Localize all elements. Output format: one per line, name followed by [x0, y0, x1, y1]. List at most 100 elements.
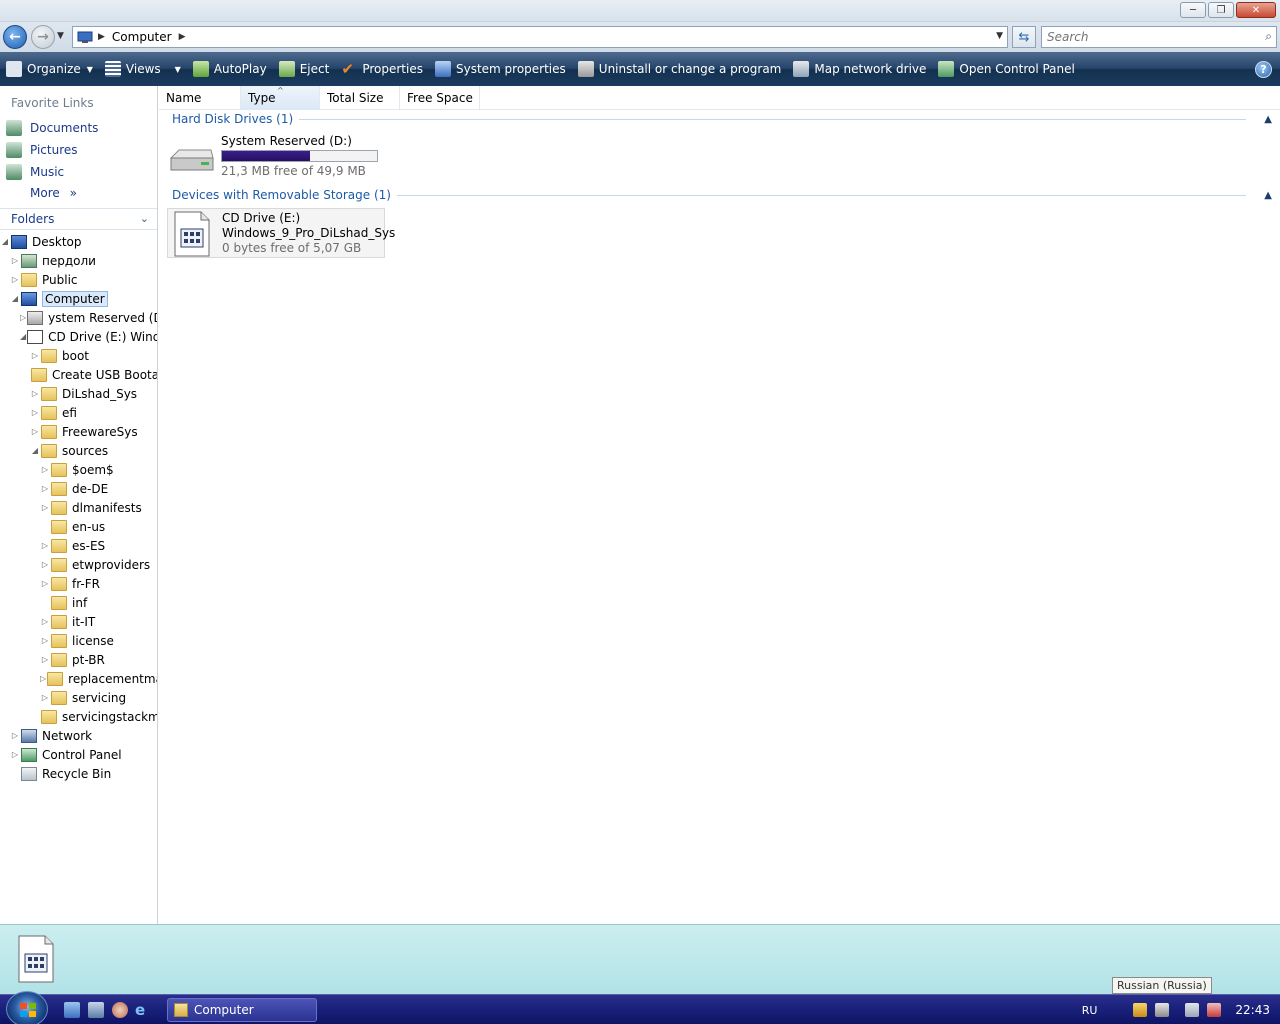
group-hard-disk-drives[interactable]: Hard Disk Drives (1) ▲ [172, 112, 1272, 126]
expand-triangle-icon[interactable]: ▷ [40, 655, 50, 664]
tree-item[interactable]: ▷ de-DE [40, 479, 157, 498]
expand-triangle-icon[interactable]: ▷ [20, 313, 26, 322]
folders-header[interactable]: Folders ⌄ [0, 208, 157, 230]
uninstall-program-button[interactable]: Uninstall or change a program [572, 52, 788, 86]
favorite-link-music[interactable]: Music [6, 164, 64, 180]
tree-item[interactable]: Recycle Bin [10, 764, 157, 783]
expand-triangle-icon[interactable]: ▷ [40, 693, 50, 702]
tree-item[interactable]: ▷ Public [10, 270, 157, 289]
tree-item[interactable]: ▷ efi [30, 403, 157, 422]
tree-item[interactable]: ◢ Computer [10, 289, 157, 308]
back-button[interactable]: ← [3, 25, 27, 49]
expand-triangle-icon[interactable]: ▷ [40, 484, 50, 493]
tree-item[interactable]: ▷ Network [10, 726, 157, 745]
expand-triangle-icon[interactable]: ▷ [40, 579, 50, 588]
map-network-drive-button[interactable]: Map network drive [787, 52, 932, 86]
autoplay-button[interactable]: AutoPlay [187, 52, 273, 86]
usb-device-icon[interactable] [1155, 1003, 1170, 1017]
minimize-button[interactable]: ─ [1180, 2, 1206, 18]
expand-triangle-icon[interactable]: ▷ [30, 408, 40, 417]
expand-triangle-icon[interactable]: ▷ [40, 560, 50, 569]
start-button[interactable] [6, 991, 48, 1024]
tree-item[interactable]: ▷ Control Panel [10, 745, 157, 764]
recent-pages-dropdown[interactable]: ▼ [57, 31, 64, 41]
column-free-space[interactable]: Free Space [400, 86, 480, 110]
collapse-triangle-icon[interactable]: ◢ [30, 446, 40, 455]
favorite-link-documents[interactable]: Documents [6, 120, 98, 136]
tree-item[interactable]: ▷ fr-FR [40, 574, 157, 593]
properties-button[interactable]: ✔ Properties [335, 52, 429, 86]
internet-explorer-icon[interactable]: e [135, 1002, 151, 1018]
expand-triangle-icon[interactable]: ▷ [40, 674, 46, 683]
address-dropdown-icon[interactable]: ▼ [996, 31, 1003, 41]
refresh-button[interactable]: ⇆ [1012, 26, 1036, 48]
collapse-triangle-icon[interactable]: ◢ [10, 294, 20, 303]
expand-triangle-icon[interactable]: ▷ [40, 541, 50, 550]
tree-item[interactable]: ▷ ystem Reserved (D: [20, 308, 157, 327]
maximize-button[interactable]: ❐ [1208, 2, 1234, 18]
volume-muted-icon[interactable] [1207, 1003, 1222, 1017]
tree-item[interactable]: inf [40, 593, 157, 612]
media-player-icon[interactable] [112, 1002, 128, 1018]
breadcrumb-computer[interactable]: Computer [112, 30, 172, 44]
expand-triangle-icon[interactable]: ▷ [40, 503, 50, 512]
tree-item[interactable]: ▷ servicing [40, 688, 157, 707]
expand-triangle-icon[interactable]: ▷ [10, 256, 20, 265]
column-type[interactable]: Type ^ [241, 86, 320, 110]
tree-item[interactable]: ▷ replacementma [40, 669, 157, 688]
tree-item[interactable]: ▷ FreewareSys [30, 422, 157, 441]
expand-triangle-icon[interactable]: ▷ [10, 750, 20, 759]
security-shield-icon[interactable] [1133, 1003, 1148, 1017]
tree-item[interactable]: ▷ es-ES [40, 536, 157, 555]
expand-triangle-icon[interactable]: ▷ [40, 636, 50, 645]
expand-triangle-icon[interactable]: ▷ [30, 389, 40, 398]
system-properties-button[interactable]: System properties [429, 52, 572, 86]
search-icon[interactable]: ⌕ [1265, 29, 1272, 44]
expand-triangle-icon[interactable]: ▷ [40, 465, 50, 474]
breadcrumb-chevron-icon[interactable]: ▶ [179, 32, 186, 42]
tree-item[interactable]: ▷ $oem$ [40, 460, 157, 479]
tree-item[interactable]: ▷ DiLshad_Sys [30, 384, 157, 403]
tree-item[interactable]: ▷ пердоли [10, 251, 157, 270]
search-input[interactable] [1042, 27, 1242, 47]
collapse-triangle-icon[interactable]: ◢ [20, 332, 26, 341]
clock[interactable]: 22:43 [1235, 1003, 1270, 1017]
tree-item[interactable]: ▷ boot [30, 346, 157, 365]
column-total-size[interactable]: Total Size [320, 86, 400, 110]
tree-item[interactable]: ▷ dlmanifests [40, 498, 157, 517]
tree-item[interactable]: ▷ pt-BR [40, 650, 157, 669]
breadcrumb-separator[interactable]: ▶ [98, 32, 105, 42]
expand-triangle-icon[interactable]: ▷ [40, 617, 50, 626]
organize-button[interactable]: Organize ▼ [0, 52, 99, 86]
column-name[interactable]: Name [159, 86, 241, 110]
collapse-triangle-icon[interactable]: ◢ [0, 237, 10, 246]
more-links-button[interactable]: More » [30, 186, 77, 200]
show-desktop-icon[interactable] [64, 1002, 80, 1018]
language-indicator[interactable]: RU [1082, 1004, 1098, 1017]
collapse-icon[interactable]: ▲ [1264, 114, 1272, 125]
views-button[interactable]: Views ▼ [99, 52, 187, 86]
eject-button[interactable]: Eject [273, 52, 336, 86]
forward-button[interactable]: → [31, 25, 55, 49]
group-removable-storage[interactable]: Devices with Removable Storage (1) ▲ [172, 188, 1272, 202]
tree-item[interactable]: servicingstackm [40, 707, 157, 726]
tree-item[interactable]: ▷ it-IT [40, 612, 157, 631]
tree-item[interactable]: en-us [40, 517, 157, 536]
drive-cd-e[interactable]: CD Drive (E:) Windows_9_Pro_DiLshad_Sys … [167, 208, 395, 258]
network-status-icon[interactable] [1185, 1003, 1200, 1017]
address-bar[interactable]: ▶ Computer ▶ ▼ [72, 26, 1008, 48]
tree-item[interactable]: ◢ sources [30, 441, 157, 460]
favorite-link-pictures[interactable]: Pictures [6, 142, 78, 158]
tree-item[interactable]: ▷ etwproviders [40, 555, 157, 574]
tree-item[interactable]: Create USB Bootal [30, 365, 157, 384]
expand-triangle-icon[interactable]: ▷ [10, 275, 20, 284]
switch-windows-icon[interactable] [88, 1002, 104, 1018]
open-control-panel-button[interactable]: Open Control Panel [932, 52, 1080, 86]
help-button[interactable]: ? [1255, 61, 1272, 78]
tree-item[interactable]: ◢ CD Drive (E:) Windo [20, 327, 157, 346]
close-button[interactable]: ✕ [1236, 2, 1276, 18]
tree-item[interactable]: ▷ license [40, 631, 157, 650]
expand-triangle-icon[interactable]: ▷ [30, 351, 40, 360]
expand-triangle-icon[interactable]: ▷ [10, 731, 20, 740]
tree-item[interactable]: ◢ Desktop [0, 232, 157, 251]
